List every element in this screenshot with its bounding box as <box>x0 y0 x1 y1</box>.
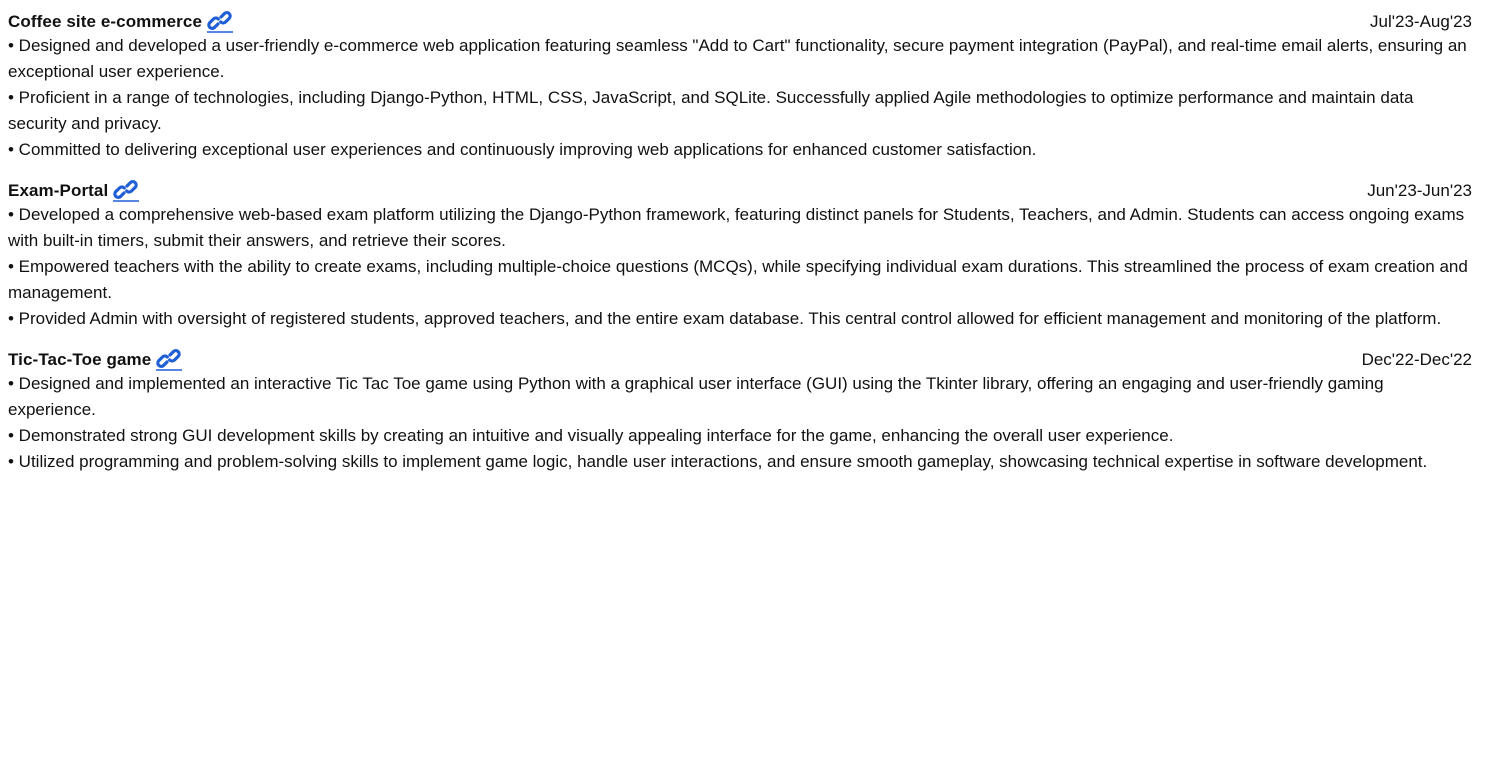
project-bullets: • Designed and developed a user-friendly… <box>8 33 1472 163</box>
project-header: Exam-Portal Jun'23-Jun'23 <box>8 175 1472 202</box>
bullet-item: • Proficient in a range of technologies,… <box>8 88 1414 133</box>
project-dates: Jul'23-Aug'23 <box>1370 12 1472 31</box>
project-coffee-site: Coffee site e-commerce Jul'23-Aug'23 • D… <box>8 6 1472 163</box>
link-icon[interactable] <box>207 9 233 33</box>
bullet-item: • Utilized programming and problem-solvi… <box>8 452 1428 471</box>
project-tic-tac-toe: Tic-Tac-Toe game Dec'22-Dec'22 • Designe… <box>8 344 1472 475</box>
project-exam-portal: Exam-Portal Jun'23-Jun'23 • Developed a … <box>8 175 1472 332</box>
project-title-wrap: Exam-Portal <box>8 178 140 202</box>
project-bullets: • Designed and implemented an interactiv… <box>8 371 1472 475</box>
bullet-item: • Developed a comprehensive web-based ex… <box>8 205 1465 250</box>
bullet-item: • Committed to delivering exceptional us… <box>8 140 1037 159</box>
resume-projects-page: Coffee site e-commerce Jul'23-Aug'23 • D… <box>0 0 1489 762</box>
bullet-item: • Provided Admin with oversight of regis… <box>8 309 1442 328</box>
project-header: Tic-Tac-Toe game Dec'22-Dec'22 <box>8 344 1472 371</box>
bullet-item: • Designed and developed a user-friendly… <box>8 36 1467 81</box>
bullet-item: • Demonstrated strong GUI development sk… <box>8 426 1174 445</box>
project-dates: Dec'22-Dec'22 <box>1361 350 1472 369</box>
project-title: Exam-Portal <box>8 181 109 200</box>
project-title: Coffee site e-commerce <box>8 12 202 31</box>
project-title-wrap: Tic-Tac-Toe game <box>8 347 183 371</box>
bullet-item: • Designed and implemented an interactiv… <box>8 374 1384 419</box>
project-bullets: • Developed a comprehensive web-based ex… <box>8 202 1472 332</box>
link-icon[interactable] <box>113 178 140 202</box>
project-dates: Jun'23-Jun'23 <box>1367 181 1472 200</box>
project-header: Coffee site e-commerce Jul'23-Aug'23 <box>8 6 1472 33</box>
project-title-wrap: Coffee site e-commerce <box>8 9 233 33</box>
link-icon[interactable] <box>156 347 183 371</box>
project-title: Tic-Tac-Toe game <box>8 350 152 369</box>
bullet-item: • Empowered teachers with the ability to… <box>8 257 1468 302</box>
